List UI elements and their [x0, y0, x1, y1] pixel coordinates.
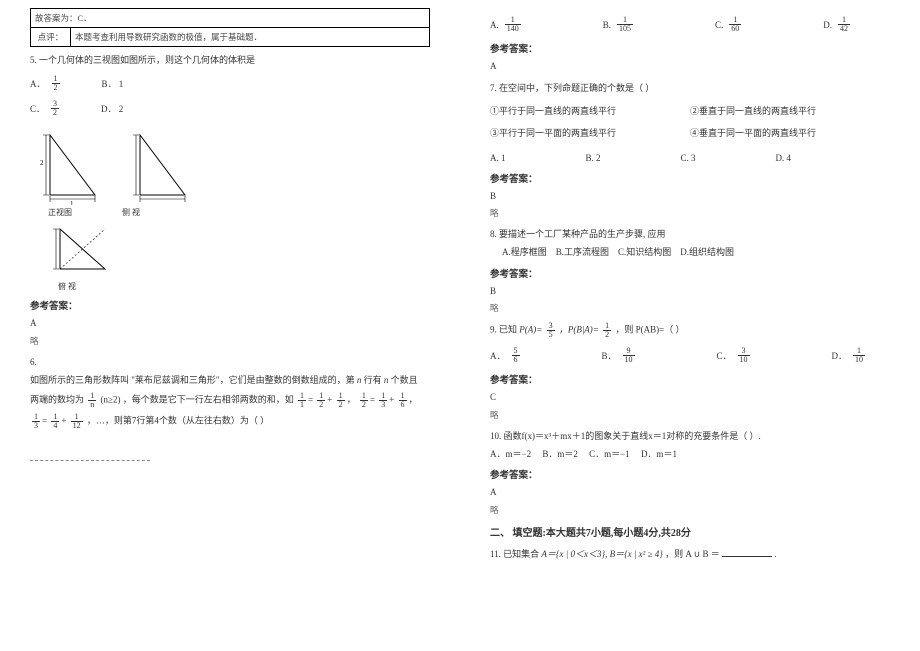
q7-brief: 略: [490, 207, 890, 219]
view-labels-row-2: 俯 视: [58, 281, 430, 292]
q5-opt-b: B． 1: [102, 77, 124, 90]
q5-opt-c: C． 32: [30, 100, 61, 117]
q7-options: A. 1 B. 2 C. 3 D. 4: [490, 153, 890, 163]
q7-opt-d: D. 4: [776, 153, 792, 163]
fraction: 32: [51, 100, 59, 117]
q8-answer: B: [490, 284, 890, 298]
q8-opt-c: C.知识结构图: [618, 247, 671, 257]
front-view-triangle: 1 2: [40, 125, 100, 205]
q8-stem: 8. 要描述一个工厂某种产品的生产步骤, 应用: [490, 227, 890, 241]
q10-answer-label: 参考答案：: [490, 467, 890, 481]
side-view-label: 侧 视: [122, 207, 140, 218]
q9-opt-a: A．56: [490, 347, 522, 364]
q7-prop-2: ②垂直于同一直线的两直线平行: [690, 104, 890, 118]
q7-props-row-2: ③平行于同一平面的两直线平行 ④垂直于同一平面的两直线平行: [490, 122, 890, 144]
q10-brief: 略: [490, 504, 890, 516]
q7-props-row-1: ①平行于同一直线的两直线平行 ②垂直于同一直线的两直线平行: [490, 100, 890, 122]
q10-answer: A: [490, 485, 890, 499]
q6-options: A.1140 B.1105 C.160 D.142: [490, 16, 890, 33]
q6: 6. 如图所示的三角形数阵叫 "莱布尼兹调和三角形"，它们是由整数的倒数组成的，…: [30, 355, 430, 430]
q10-opt-a: A．m＝−2: [490, 449, 531, 459]
q10-options: A．m＝−2 B．m＝2 C．m＝−1 D．m＝1: [490, 447, 890, 461]
q8-opt-b: B.工序流程图: [556, 247, 609, 257]
q6-answer: A: [490, 59, 890, 73]
q6-opt-a: A.1140: [490, 16, 523, 33]
q9-answer: C: [490, 390, 890, 404]
q7-answer-label: 参考答案：: [490, 171, 890, 185]
right-column: A.1140 B.1105 C.160 D.142 参考答案： A 7. 在空间…: [460, 0, 920, 651]
q6-line-1: 如图所示的三角形数阵叫 "莱布尼兹调和三角形"，它们是由整数的倒数组成的，第 n…: [30, 373, 430, 387]
left-column: 故答案为：C． 点评： 本题考查利用导数研究函数的极值，属于基础题． 5. 一个…: [0, 0, 460, 651]
view-labels-row-1: 正视图 侧 视: [48, 207, 430, 218]
q5-options-row-2: C． 32 D． 2: [30, 100, 430, 117]
q10-opt-d: D．m＝1: [641, 449, 677, 459]
q9-opt-d: D．110: [832, 347, 868, 364]
side-view-triangle: [130, 125, 190, 205]
q7-opt-c: C. 3: [681, 153, 696, 163]
box-row-1: 故答案为：C．: [31, 9, 430, 28]
q6-line-2: 两端的数均为 1n (n≥2) ，每个数是它下一行左右相邻两数的和，如 11= …: [30, 392, 430, 409]
q7-answer: B: [490, 189, 890, 203]
q9-stem: 9. 已知 P(A)= 35 ，P(B|A)= 12 ，则 P(AB)=（ ）: [490, 322, 890, 339]
analysis-box: 故答案为：C． 点评： 本题考查利用导数研究函数的极值，属于基础题．: [30, 8, 430, 47]
q7-prop-3: ③平行于同一平面的两直线平行: [490, 126, 690, 140]
dashed-separator: [30, 460, 150, 461]
fill-blank: [722, 547, 772, 557]
q6-opt-c: C.160: [715, 16, 743, 33]
q6-opt-d: D.142: [823, 16, 852, 33]
q7-stem: 7. 在空间中，下列命题正确的个数是（ ）: [490, 81, 890, 95]
q8-answer-label: 参考答案：: [490, 266, 890, 280]
q6-opt-b: B.1105: [603, 16, 635, 33]
svg-text:2: 2: [40, 159, 44, 167]
fraction: 12: [52, 75, 60, 92]
svg-text:1: 1: [70, 200, 74, 205]
q8-opt-d: D.组织结构图: [680, 247, 734, 257]
top-view-label: 俯 视: [58, 281, 76, 292]
q11-stem: 11. 已知集合 A＝{x | 0＜x＜3}, B＝{x | x² ≥ 4} ，…: [490, 547, 890, 561]
q6-line-3: 13= 14+ 112 ，…，则第7行第4个数（从左往右数）为（ ）: [30, 413, 430, 430]
q7-opt-a: A. 1: [490, 153, 506, 163]
section-2-title: 二、 填空题:本大题共7小题,每小题4分,共28分: [490, 524, 890, 539]
q7-prop-4: ④垂直于同一平面的两直线平行: [690, 126, 890, 140]
three-views-row-2: [50, 224, 430, 279]
q5-opt-a: A． 12: [30, 75, 62, 92]
q7-prop-1: ①平行于同一直线的两直线平行: [490, 104, 690, 118]
q8-opt-a: A.程序框图: [502, 247, 547, 257]
q6-answer-label: 参考答案：: [490, 41, 890, 55]
q5-brief: 略: [30, 335, 430, 347]
q10-opt-b: B．m＝2: [542, 449, 578, 459]
q5-stem: 5. 一个几何体的三视图如图所示，则这个几何体的体积是: [30, 53, 430, 67]
q8-brief: 略: [490, 302, 890, 314]
q9-answer-label: 参考答案：: [490, 372, 890, 386]
q5-answer-label: 参考答案：: [30, 298, 430, 312]
q10-opt-c: C．m＝−1: [589, 449, 630, 459]
q9-options: A．56 B．910 C．310 D．110: [490, 347, 890, 364]
box-row-2-label: 点评：: [31, 28, 71, 47]
q5-opt-d: D． 2: [101, 102, 123, 115]
q7-opt-b: B. 2: [586, 153, 601, 163]
q9-brief: 略: [490, 409, 890, 421]
three-views-row-1: 1 2: [40, 125, 430, 205]
top-view-shape: [50, 224, 110, 279]
box-row-2-text: 本题考查利用导数研究函数的极值，属于基础题．: [71, 28, 430, 47]
q9-opt-b: B．910: [602, 347, 637, 364]
fraction: 1n: [88, 392, 96, 409]
q10-stem: 10. 函数f(x)＝x³＋mx＋1的图象关于直线x＝1对称的充要条件是（ ）.: [490, 429, 890, 443]
q9-opt-c: C．310: [717, 347, 752, 364]
q6-number: 6.: [30, 355, 430, 369]
front-view-label: 正视图: [48, 207, 72, 218]
q5-answer: A: [30, 316, 430, 330]
q8-options: A.程序框图 B.工序流程图 C.知识结构图 D.组织结构图: [490, 245, 890, 259]
q5-options-row-1: A． 12 B． 1: [30, 75, 430, 92]
